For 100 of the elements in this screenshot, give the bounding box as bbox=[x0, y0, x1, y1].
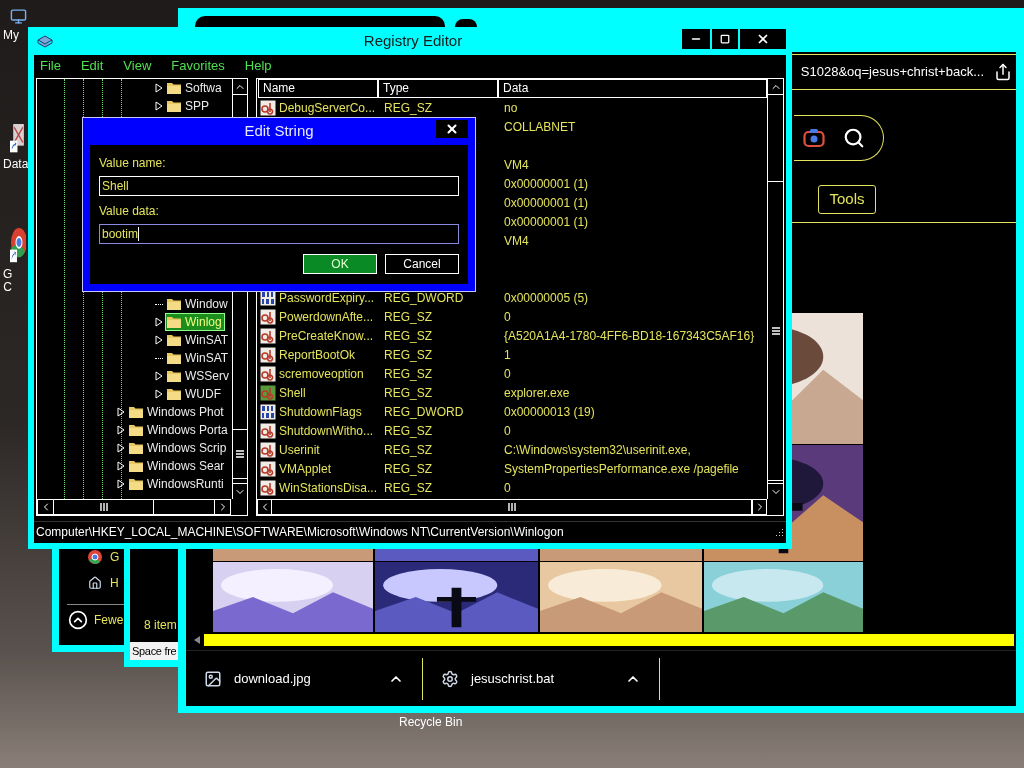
expand-icon[interactable] bbox=[155, 83, 163, 93]
dialog-title: Edit String bbox=[244, 121, 314, 142]
expand-icon[interactable] bbox=[155, 371, 163, 381]
expand-icon[interactable] bbox=[155, 335, 163, 345]
desktop-icon-label[interactable]: G C bbox=[3, 268, 13, 294]
tree-item[interactable]: WinSAT bbox=[165, 331, 232, 349]
tree-item[interactable]: Windows Phot bbox=[127, 403, 227, 421]
tree-item[interactable]: WSServ bbox=[165, 367, 232, 385]
value-type: REG_SZ bbox=[383, 327, 433, 345]
value-name[interactable]: ShutdownWitho... bbox=[279, 421, 374, 440]
tree-item[interactable]: SPP bbox=[165, 97, 212, 115]
value-data: C:\Windows\system32\userinit.exe, bbox=[503, 441, 692, 459]
value-type: REG_SZ bbox=[383, 99, 433, 117]
image-file-icon bbox=[204, 669, 222, 688]
folder-icon bbox=[166, 387, 182, 401]
minimize-button[interactable] bbox=[682, 29, 710, 49]
folder-icon bbox=[128, 423, 144, 437]
gear-file-icon bbox=[441, 669, 459, 688]
expand-icon[interactable] bbox=[117, 443, 125, 453]
horizontal-scrollbar[interactable] bbox=[37, 499, 231, 515]
download-item[interactable]: download.jpg bbox=[234, 668, 388, 689]
value-name[interactable]: Userinit bbox=[279, 440, 320, 459]
close-button[interactable] bbox=[436, 120, 468, 138]
nav-link[interactable]: H bbox=[110, 574, 119, 592]
value-data: COLLABNET bbox=[503, 118, 577, 136]
value-data: 0 bbox=[503, 365, 512, 383]
value-name[interactable]: WinStationsDisa... bbox=[279, 478, 378, 497]
nav-link[interactable]: G bbox=[110, 548, 120, 566]
value-name[interactable]: PowerdownAfte... bbox=[279, 307, 374, 326]
menu-item[interactable]: Edit bbox=[80, 55, 104, 76]
expand-icon[interactable] bbox=[155, 389, 163, 399]
collapse-icon[interactable] bbox=[68, 610, 88, 630]
input-field[interactable]: bootim bbox=[99, 224, 459, 244]
computer-icon[interactable] bbox=[10, 8, 27, 25]
value-data: 0x00000001 (1) bbox=[503, 213, 590, 231]
new-tab-button[interactable] bbox=[455, 19, 477, 27]
tree-item[interactable]: Window bbox=[165, 295, 231, 313]
maximize-icon bbox=[720, 34, 730, 44]
folder-icon bbox=[166, 297, 182, 311]
tools-button[interactable]: Tools bbox=[818, 185, 876, 214]
value-data: 0x00000001 (1) bbox=[503, 175, 590, 193]
expand-icon[interactable] bbox=[117, 479, 125, 489]
address-text[interactable]: S1028&oq=jesus+christ+back... bbox=[800, 62, 984, 82]
tree-item[interactable]: Softwa bbox=[165, 79, 225, 97]
scrollbar-thumb[interactable] bbox=[233, 429, 247, 479]
tree-item[interactable]: Winlog bbox=[165, 313, 225, 331]
value-name[interactable]: Shell bbox=[279, 383, 306, 402]
column-header[interactable]: Data bbox=[498, 79, 767, 98]
tree-item[interactable]: WinSAT bbox=[165, 349, 232, 367]
value-name[interactable]: DebugServerCo... bbox=[279, 98, 376, 117]
dialog-button[interactable]: OK bbox=[303, 254, 377, 274]
horizontal-scrollbar[interactable] bbox=[257, 499, 767, 515]
maximize-button[interactable] bbox=[712, 29, 738, 49]
tree-item[interactable]: WindowsRunti bbox=[127, 475, 227, 493]
value-name[interactable]: ReportBootOk bbox=[279, 345, 356, 364]
tree-item[interactable]: Windows Scrip bbox=[127, 439, 230, 457]
expand-icon[interactable] bbox=[117, 407, 125, 417]
close-button[interactable] bbox=[740, 29, 786, 49]
tree-item[interactable]: Windows Sear bbox=[127, 457, 228, 475]
share-icon[interactable] bbox=[994, 63, 1012, 81]
grip-icon bbox=[99, 503, 108, 511]
search-icon[interactable] bbox=[843, 127, 865, 149]
vertical-scrollbar[interactable] bbox=[767, 79, 783, 499]
menu-item[interactable]: Help bbox=[244, 55, 272, 76]
menu-item[interactable]: File bbox=[40, 55, 61, 76]
folder-icon bbox=[166, 315, 182, 329]
show-fewer-link[interactable]: Fewe bbox=[94, 611, 124, 629]
window-title: Registry Editor bbox=[363, 30, 463, 51]
value-name[interactable]: scremoveoption bbox=[279, 364, 364, 383]
expand-icon[interactable] bbox=[155, 317, 163, 327]
download-item[interactable]: jesuschrist.bat bbox=[471, 668, 625, 689]
tree-item[interactable]: Windows Porta bbox=[127, 421, 231, 439]
value-data: VM4 bbox=[503, 232, 530, 250]
column-header[interactable]: Name bbox=[258, 79, 378, 98]
shortcut-icon[interactable] bbox=[10, 124, 26, 154]
text-cursor bbox=[138, 227, 140, 241]
column-header[interactable]: Type bbox=[378, 79, 498, 98]
dialog-button[interactable]: Cancel bbox=[385, 254, 459, 274]
input-field[interactable]: Shell bbox=[99, 176, 459, 196]
value-type: REG_SZ bbox=[383, 441, 433, 459]
value-name[interactable]: PreCreateKnow... bbox=[279, 326, 374, 345]
expand-icon[interactable] bbox=[155, 101, 163, 111]
browser-icon bbox=[88, 550, 102, 564]
desktop-icon-label[interactable]: Recycle Bin bbox=[399, 713, 463, 731]
camera-icon[interactable] bbox=[803, 128, 825, 148]
scrollbar-thumb[interactable] bbox=[204, 633, 1014, 646]
value-name[interactable]: ShutdownFlags bbox=[279, 402, 362, 421]
value-data: {A520A1A4-1780-4FF6-BD18-167343C5AF16} bbox=[503, 327, 756, 345]
desktop-icon-label[interactable]: My bbox=[3, 29, 19, 42]
scrollbar-thumb[interactable] bbox=[768, 181, 783, 481]
value-name[interactable]: VMApplet bbox=[279, 459, 332, 478]
desktop-icon-label[interactable]: Data bbox=[3, 158, 29, 171]
menu-item[interactable]: View bbox=[123, 55, 152, 76]
expand-icon[interactable] bbox=[117, 425, 125, 435]
tree-item[interactable]: WUDF bbox=[165, 385, 224, 403]
value-name[interactable]: PasswordExpiry... bbox=[279, 288, 375, 307]
value-data: 0x00000013 (19) bbox=[503, 403, 596, 421]
browser-icon[interactable] bbox=[10, 228, 26, 264]
menu-item[interactable]: Favorites bbox=[171, 55, 225, 76]
expand-icon[interactable] bbox=[117, 461, 125, 471]
